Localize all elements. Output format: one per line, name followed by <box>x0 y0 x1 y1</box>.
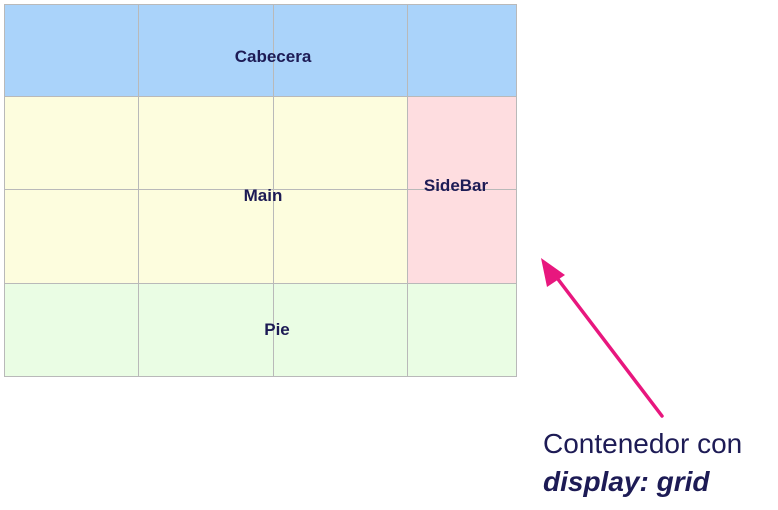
grid-line-h4 <box>4 376 517 377</box>
grid-line-h1 <box>4 96 517 97</box>
grid-line-v3 <box>407 4 408 377</box>
grid-line-h3 <box>4 283 517 284</box>
grid-line-v1 <box>138 4 139 377</box>
sidebar-label: SideBar <box>423 176 489 195</box>
grid-line-h0 <box>4 4 517 5</box>
diagram-stage: Cabecera Main SideBar Pie Contenedor con… <box>0 0 778 510</box>
arrow-head <box>541 258 565 287</box>
main-label: Main <box>243 186 283 205</box>
grid-area-main <box>4 97 408 284</box>
grid-line-v4 <box>516 4 517 377</box>
grid-line-v0 <box>4 4 5 377</box>
caption-line-2: display: grid <box>543 466 710 497</box>
arrow-shaft <box>549 268 664 418</box>
header-label: Cabecera <box>234 47 312 66</box>
grid-area-footer <box>4 284 517 377</box>
footer-label: Pie <box>264 320 290 339</box>
caption-line-1: Contenedor con <box>543 428 743 459</box>
